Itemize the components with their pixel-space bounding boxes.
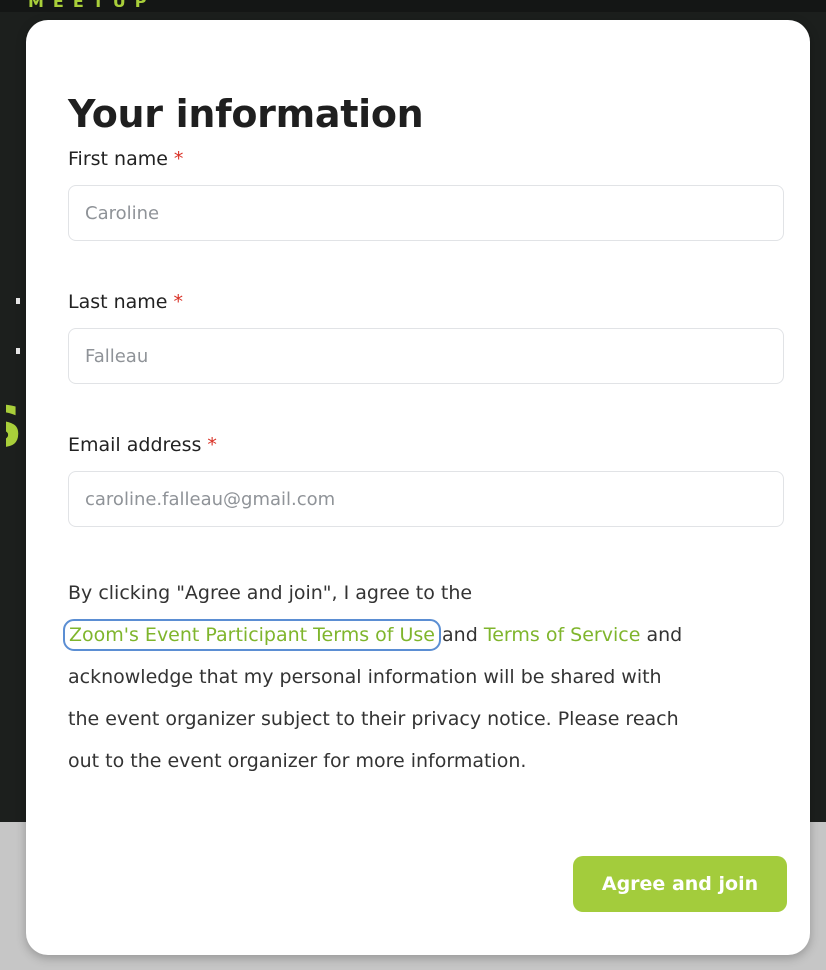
participant-terms-link[interactable]: Zoom's Event Participant Terms of Use (63, 619, 441, 651)
email-value: caroline.falleau@gmail.com (85, 488, 336, 510)
background-tick-mark (16, 348, 20, 354)
page-header-strip: MEETUP (0, 0, 826, 12)
background-decoration: S (6, 404, 20, 454)
terms-links-line: Zoom's Event Participant Terms of Use an… (63, 614, 788, 656)
terms-conjunction: and (436, 624, 484, 646)
first-name-field[interactable]: Caroline (68, 185, 784, 241)
terms-line: By clicking "Agree and join", I agree to… (68, 582, 473, 604)
first-name-value: Caroline (85, 202, 160, 224)
required-marker: * (207, 434, 217, 456)
terms-line: the event organizer subject to their pri… (68, 708, 679, 730)
first-name-label-text: First name (68, 148, 168, 170)
first-name-label: First name * (68, 148, 183, 170)
background-tick-mark (16, 298, 20, 304)
last-name-label: Last name * (68, 291, 183, 313)
email-field[interactable]: caroline.falleau@gmail.com (68, 471, 784, 527)
terms-notice: By clicking "Agree and join", I agree to… (63, 572, 788, 782)
registration-dialog: Your information First name * Caroline La… (26, 20, 810, 955)
required-marker: * (173, 291, 184, 313)
terms-line: out to the event organizer for more info… (68, 750, 527, 772)
terms-conjunction: and (640, 624, 683, 646)
required-marker: * (173, 148, 184, 170)
terms-of-service-link[interactable]: Terms of Service (484, 624, 641, 646)
last-name-field[interactable]: Falleau (68, 328, 784, 384)
email-label: Email address * (68, 434, 217, 456)
agree-and-join-button[interactable]: Agree and join (573, 856, 787, 912)
email-label-text: Email address (68, 434, 202, 456)
last-name-value: Falleau (85, 345, 149, 367)
dialog-title: Your information (68, 92, 424, 136)
last-name-label-text: Last name (68, 291, 168, 313)
event-logo: MEETUP (28, 0, 156, 11)
terms-line: acknowledge that my personal information… (68, 666, 662, 688)
